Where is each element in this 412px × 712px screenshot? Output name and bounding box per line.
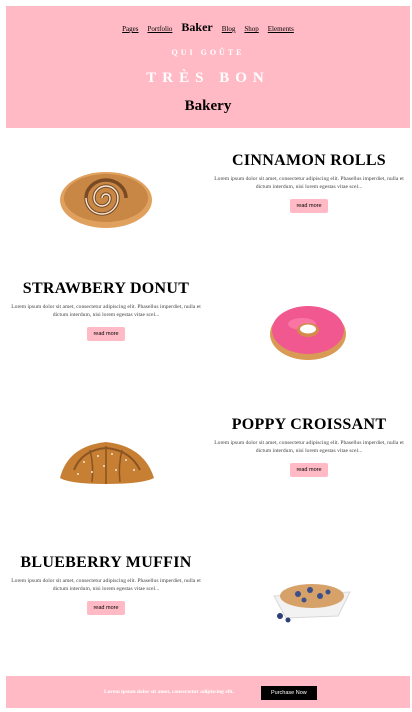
nav-link-shop[interactable]: Shop <box>244 25 258 33</box>
read-more-button[interactable]: read more <box>87 601 125 615</box>
footer-banner: Lorem ipsum dolor sit amet, consectetur … <box>6 676 410 708</box>
blueberry-muffin-image <box>258 564 362 644</box>
header-subtitle: QUI GOÛTE <box>171 48 245 57</box>
header-tagline: TRÈS BON <box>146 70 270 86</box>
product-title: POPPY CROISSANT <box>231 416 387 433</box>
product-title: STRAWBERY DONUT <box>22 280 190 297</box>
read-more-button[interactable]: read more <box>87 327 125 341</box>
poppy-croissant-image <box>54 426 158 506</box>
brand-logo-text[interactable]: Baker <box>181 20 212 35</box>
product-title: BLUEBERRY MUFFIN <box>20 554 192 571</box>
site-header: Pages Portfolio Baker Blog Shop Elements… <box>6 6 410 128</box>
product-description: Lorem ipsum dolor sit amet, consectetur … <box>11 304 201 318</box>
nav-link-elements[interactable]: Elements <box>268 25 294 33</box>
strawberry-donut-image <box>256 288 360 368</box>
nav-link-blog[interactable]: Blog <box>222 25 236 33</box>
nav-link-pages[interactable]: Pages <box>122 25 138 33</box>
product-description: Lorem ipsum dolor sit amet, consectetur … <box>214 440 404 454</box>
read-more-button[interactable]: read more <box>290 199 328 213</box>
product-description: Lorem ipsum dolor sit amet, consectetur … <box>214 176 404 190</box>
read-more-button[interactable]: read more <box>290 463 328 477</box>
product-description: Lorem ipsum dolor sit amet, consectetur … <box>11 578 201 592</box>
page-title: Bakery <box>184 98 232 114</box>
cinnamon-roll-image <box>56 154 160 234</box>
footer-text: Lorem ipsum dolor sit amet, consectetur … <box>104 689 235 695</box>
main-nav: Pages Portfolio Baker Blog Shop Elements <box>6 20 410 35</box>
purchase-now-button[interactable]: Purchase Now <box>261 686 317 700</box>
product-title: CINNAMON ROLLS <box>232 152 386 169</box>
nav-link-portfolio[interactable]: Portfolio <box>148 25 173 33</box>
